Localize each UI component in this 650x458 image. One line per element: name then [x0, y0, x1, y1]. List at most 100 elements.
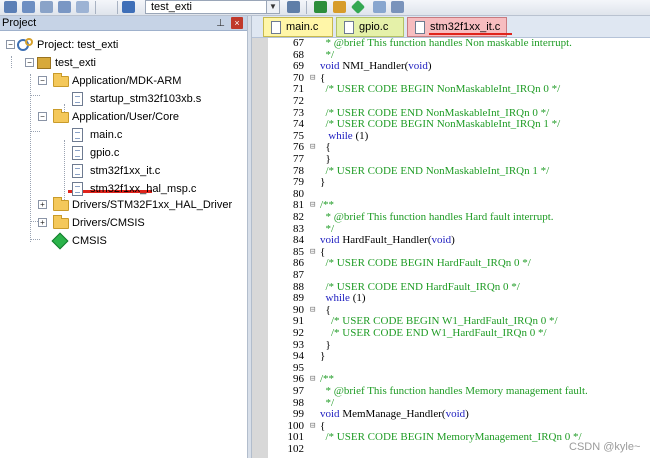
code-text: }: [320, 338, 331, 351]
code-line[interactable]: * @brief This function handles Non maska…: [320, 38, 572, 50]
fold-toggle-icon[interactable]: ⊟: [310, 374, 318, 386]
diamond-icon[interactable]: [350, 0, 366, 15]
code-line[interactable]: * @brief This function handles Hard faul…: [320, 211, 554, 224]
collapse-icon[interactable]: −: [25, 58, 34, 67]
tree-item-file-startup[interactable]: startup_stm32f103xb.s: [0, 90, 240, 108]
fold-toggle-icon[interactable]: ⊟: [310, 142, 318, 154]
code-line[interactable]: void MemManage_Handler(void): [320, 408, 469, 421]
pin-icon[interactable]: ⊥: [216, 17, 225, 31]
tab-main-c[interactable]: main.c: [263, 17, 333, 37]
tree-item-group-hal-driver[interactable]: + Drivers/STM32F1xx_HAL_Driver: [0, 196, 240, 214]
code-line[interactable]: /* USER CODE BEGIN MemoryManagement_IRQn…: [320, 432, 582, 444]
chevron-down-icon[interactable]: ▼: [266, 0, 280, 14]
tree-item-target[interactable]: − test_exti: [0, 54, 240, 72]
window-icon[interactable]: [58, 1, 71, 13]
code-line[interactable]: }: [320, 350, 326, 363]
load-icon[interactable]: [76, 1, 89, 13]
code-text: }: [320, 176, 326, 189]
code-line[interactable]: void NMI_Handler(void): [320, 60, 432, 73]
fold-toggle-icon[interactable]: ⊟: [310, 73, 318, 85]
rebuild-icon[interactable]: [287, 1, 300, 13]
tree-item-label: Drivers/CMSIS: [72, 217, 145, 229]
code-line[interactable]: void HardFault_Handler(void): [320, 234, 455, 247]
code-text: HardFault_Handler(: [339, 234, 432, 247]
save-all-icon[interactable]: [22, 1, 35, 13]
code-keyword: while: [320, 129, 353, 142]
code-text: }: [320, 350, 326, 363]
code-line[interactable]: /* USER CODE BEGIN NonMaskableInt_IRQn 0…: [320, 83, 561, 96]
collapse-icon[interactable]: −: [6, 40, 15, 49]
tab-gpio-c[interactable]: gpio.c: [336, 17, 404, 37]
tree-item-group-mdk-arm[interactable]: − Application/MDK-ARM: [0, 72, 240, 90]
tree-item-label: gpio.c: [90, 147, 120, 159]
toolbar-separator: [117, 1, 118, 14]
file-icon: [72, 92, 83, 106]
tree-item-label: Project: test_exti: [37, 39, 119, 51]
code-keyword: while: [320, 292, 350, 305]
collapse-icon[interactable]: −: [38, 76, 47, 85]
code-keyword: void: [445, 408, 466, 421]
breakpoint-gutter[interactable]: [252, 38, 268, 458]
code-line[interactable]: * @brief This function handles Memory ma…: [320, 385, 588, 398]
fold-toggle-icon[interactable]: ⊟: [310, 200, 318, 212]
tab-label: main.c: [286, 21, 319, 33]
code-comment: /* USER CODE END NonMaskableInt_IRQn 0 *…: [320, 106, 550, 119]
save-icon[interactable]: [4, 1, 17, 13]
code-comment: /* USER CODE BEGIN HardFault_IRQn 0 */: [320, 257, 531, 270]
code-text: {: [320, 71, 326, 84]
code-line[interactable]: /* USER CODE END W1_HardFault_IRQn 0 */: [320, 327, 547, 340]
cursor-icon[interactable]: [373, 1, 386, 13]
settings-icon[interactable]: [333, 1, 346, 13]
fold-toggle-icon[interactable]: ⊟: [310, 247, 318, 259]
code-line[interactable]: }: [320, 176, 326, 189]
fold-toggle-icon[interactable]: ⊟: [310, 305, 318, 317]
code-keyword: void: [320, 234, 340, 247]
project-panel: Project ⊥ × − Project: test_exti − test_…: [0, 16, 247, 458]
line-number: 92: [293, 327, 304, 339]
expand-icon[interactable]: +: [38, 218, 47, 227]
line-number: 67: [293, 38, 304, 49]
line-number: 97: [293, 385, 304, 397]
options-icon[interactable]: [391, 1, 404, 13]
code-keyword: void: [408, 60, 428, 73]
annotation-underline: [429, 33, 512, 35]
code-comment: /* USER CODE BEGIN NonMaskableInt_IRQn 1…: [320, 118, 561, 131]
close-icon[interactable]: ×: [231, 17, 243, 29]
tree-item-file-gpio[interactable]: gpio.c: [0, 144, 240, 162]
line-number: 87: [293, 269, 304, 281]
tree-item-file-it[interactable]: stm32f1xx_it.c: [0, 162, 240, 180]
build-icon[interactable]: [122, 1, 135, 13]
file-icon: [271, 21, 281, 34]
line-number: 82: [293, 211, 304, 223]
code-comment: /* USER CODE BEGIN NonMaskableInt_IRQn 0…: [320, 83, 561, 96]
expand-icon[interactable]: +: [38, 200, 47, 209]
code-text: MemManage_Handler(: [339, 408, 446, 421]
code-text: {: [320, 245, 326, 258]
code-comment: /* USER CODE END W1_HardFault_IRQn 0 */: [320, 327, 547, 339]
folder-icon: [53, 215, 69, 229]
code-keyword: void: [320, 408, 340, 421]
code-comment: /**: [320, 199, 335, 212]
collapse-icon[interactable]: −: [38, 112, 47, 121]
tree-item-project[interactable]: − Project: test_exti: [0, 36, 240, 54]
toolbar: test_exti ▼: [0, 0, 650, 16]
tree-item-group-user-core[interactable]: − Application/User/Core: [0, 108, 240, 126]
code-comment: */: [320, 222, 335, 235]
tree-item-file-main[interactable]: main.c: [0, 126, 240, 144]
code-editor[interactable]: 67 * @brief This function handles Non ma…: [252, 38, 650, 458]
download-icon[interactable]: [314, 1, 327, 13]
code-comment: */: [320, 396, 335, 409]
folder-icon: [53, 73, 69, 87]
print-icon[interactable]: [40, 1, 53, 13]
tree-item-component-cmsis[interactable]: CMSIS: [0, 232, 240, 250]
line-number: 102: [287, 443, 305, 455]
code-line[interactable]: /* USER CODE END NonMaskableInt_IRQn 1 *…: [320, 165, 550, 178]
file-icon: [72, 182, 83, 196]
code-line[interactable]: /* USER CODE BEGIN HardFault_IRQn 0 */: [320, 258, 531, 270]
code-text: NMI_Handler(: [339, 60, 409, 73]
tree-item-label: test_exti: [55, 57, 96, 69]
tree-item-group-cmsis[interactable]: + Drivers/CMSIS: [0, 214, 240, 232]
code-keyword: void: [431, 234, 452, 247]
target-select[interactable]: test_exti: [145, 0, 267, 14]
fold-toggle-icon[interactable]: ⊟: [310, 421, 318, 433]
